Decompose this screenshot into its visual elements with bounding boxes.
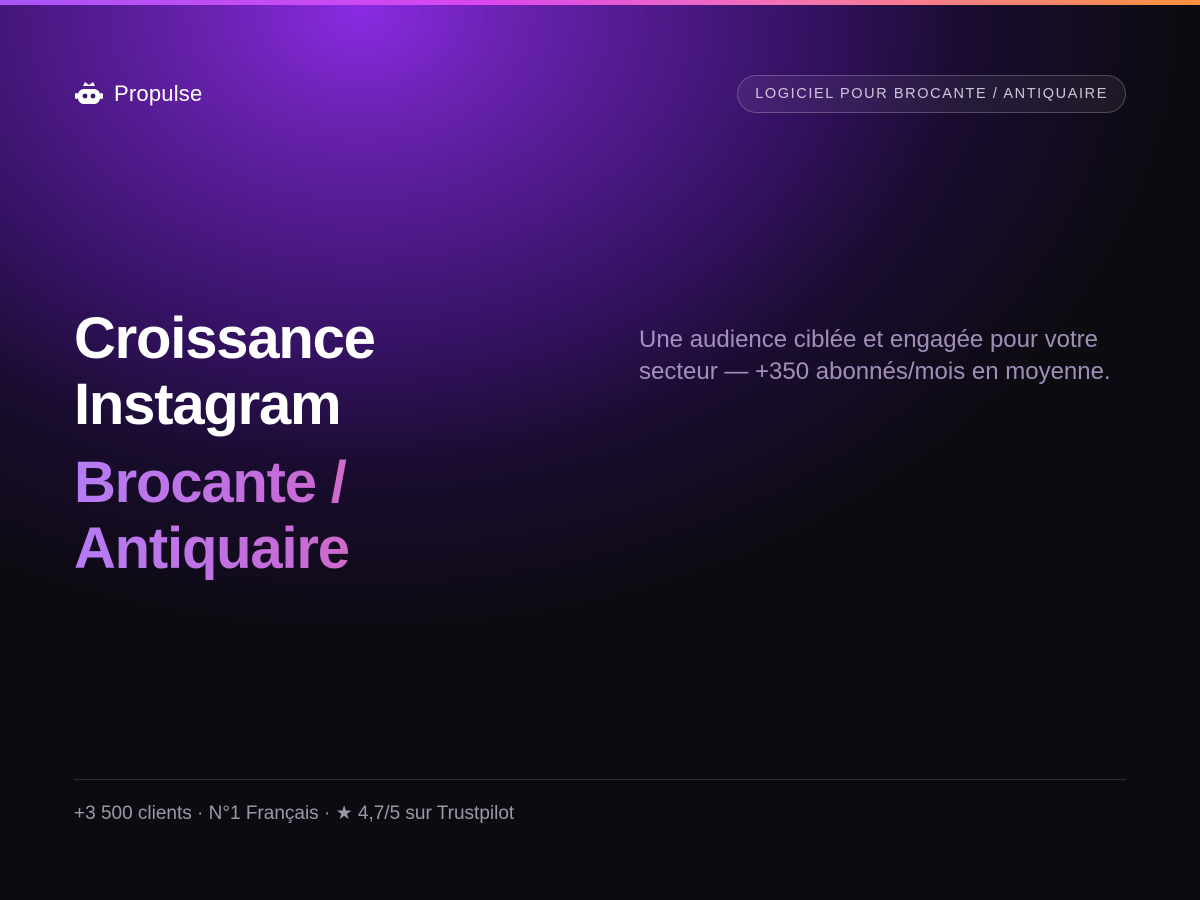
hero-accent-line-1: Brocante / — [74, 450, 554, 516]
hero-title-line-2: Instagram — [74, 372, 342, 437]
hero-headline: Croissance Instagram Brocante / Antiquai… — [74, 306, 554, 582]
hero-title-line-1: Croissance — [74, 306, 376, 371]
top-accent-bar — [0, 0, 1200, 5]
footer-stats: +3 500 clients · N°1 Français · ★ 4,7/5 … — [74, 803, 515, 824]
footer-divider — [74, 779, 1126, 780]
header: Propulse LOGICIEL POUR BROCANTE / ANTIQU… — [74, 74, 1126, 114]
hero-accent-line-2: Antiquaire — [74, 516, 554, 582]
brand-logo[interactable]: Propulse — [74, 79, 202, 109]
hero-subtitle: Une audience ciblée et engagée pour votr… — [639, 326, 1111, 385]
brand-name: Propulse — [114, 81, 203, 106]
hero-accent: Brocante / Antiquaire — [74, 450, 554, 582]
robot-crown-icon — [75, 82, 103, 104]
category-badge: LOGICIEL POUR BROCANTE / ANTIQUAIRE — [737, 75, 1126, 113]
